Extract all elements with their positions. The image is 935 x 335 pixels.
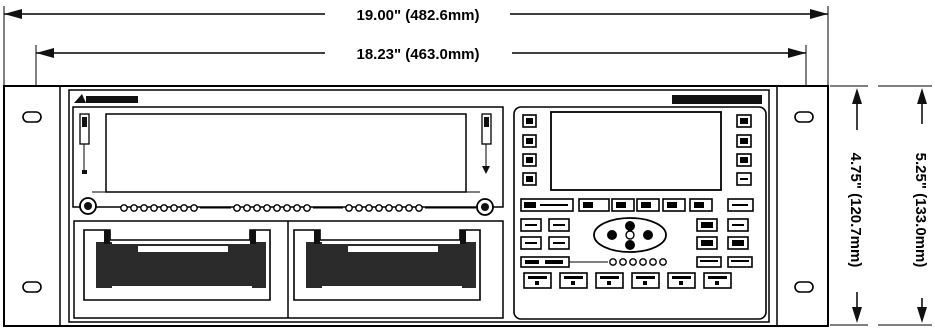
mount-hole-top-right — [794, 111, 814, 123]
mount-hole-top-left — [22, 111, 42, 123]
model-label-plate — [672, 95, 762, 104]
overall-height-label: 5.25" (133.0mm) — [912, 153, 929, 268]
navigation-pad — [593, 217, 667, 253]
nav-left-key — [607, 230, 617, 240]
connector-right — [293, 229, 481, 301]
connector-bay — [73, 220, 504, 319]
connector-left — [83, 229, 271, 301]
panel-width-dimension: 18.23" (463.0mm) — [35, 45, 807, 85]
mount-hole-bottom-right — [794, 281, 814, 293]
nav-right-key — [643, 230, 653, 240]
nav-up-key — [625, 221, 635, 231]
control-panel — [513, 106, 767, 320]
left-section — [72, 106, 504, 216]
lcd-screen — [550, 111, 722, 191]
nav-enter-key — [625, 230, 635, 240]
panel-width-label: 18.23" (463.0mm) — [356, 46, 479, 63]
inner-height-label: 4.75" (120.7mm) — [847, 153, 864, 268]
dimension-drawing: 19.00" (482.6mm) 18.23" (463.0mm) 4.75" … — [3, 6, 932, 327]
main-display — [105, 113, 467, 193]
mount-hole-bottom-left — [22, 281, 42, 293]
nav-down-key — [625, 240, 635, 250]
inner-height-dimension: 4.75" (120.7mm) — [830, 85, 868, 326]
overall-width-label: 19.00" (482.6mm) — [356, 7, 479, 24]
overall-height-dimension: 5.25" (133.0mm) — [878, 85, 932, 326]
